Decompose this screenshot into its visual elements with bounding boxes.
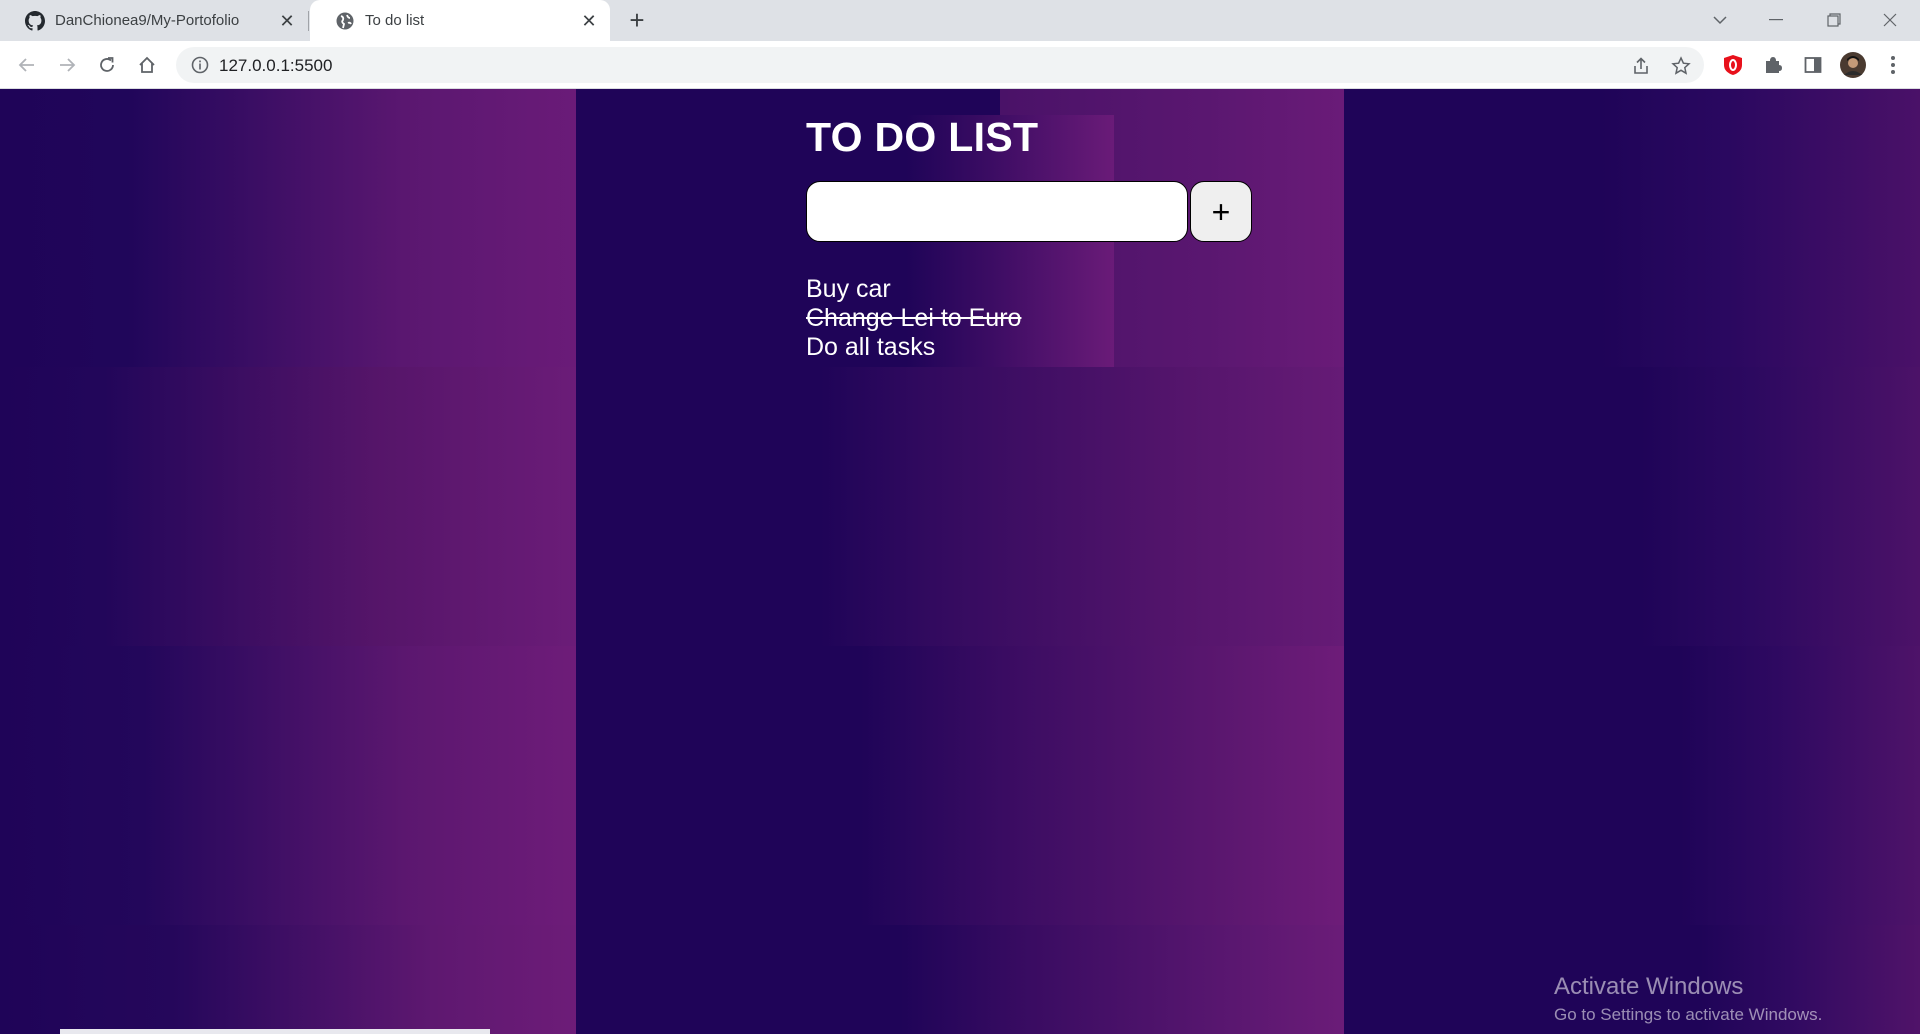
close-tab-icon[interactable]: ✕ [278, 12, 296, 30]
tab-todo[interactable]: To do list ✕ [310, 0, 610, 41]
tab-title: To do list [365, 12, 425, 29]
url-text[interactable]: 127.0.0.1:5500 [219, 56, 332, 76]
restore-icon[interactable] [1814, 6, 1854, 34]
task-list: Buy car Change Lei to Euro Do all tasks [806, 275, 1256, 362]
extensions-puzzle-icon[interactable] [1760, 52, 1786, 78]
tab-search-icon[interactable] [1700, 6, 1740, 34]
background-panel [1680, 646, 1920, 925]
profile-avatar-icon[interactable] [1840, 52, 1866, 78]
background-panel [1600, 89, 1920, 367]
todo-app: TO DO LIST + Buy car Change Lei to Euro … [806, 113, 1256, 362]
close-tab-icon[interactable]: ✕ [580, 12, 598, 30]
background-panel [0, 646, 576, 925]
opera-adblock-icon[interactable] [1720, 52, 1746, 78]
home-icon[interactable] [134, 52, 160, 78]
browser-toolbar: 127.0.0.1:5500 [0, 41, 1920, 89]
task-item-completed[interactable]: Change Lei to Euro [806, 304, 1256, 333]
task-input[interactable] [806, 181, 1188, 242]
share-icon[interactable] [1630, 55, 1652, 77]
bookmark-star-icon[interactable] [1670, 55, 1692, 77]
background-panel [900, 925, 1344, 1034]
back-icon[interactable] [14, 52, 40, 78]
new-tab-button[interactable]: + [624, 7, 650, 34]
background-panel [0, 925, 576, 1034]
background-panel [860, 646, 1344, 925]
minimize-icon[interactable] [1756, 6, 1796, 34]
reload-icon[interactable] [94, 52, 120, 78]
task-item[interactable]: Buy car [806, 275, 1256, 304]
activate-windows-watermark: Activate Windows Go to Settings to activ… [1554, 972, 1822, 1026]
github-icon [25, 10, 45, 31]
site-info-icon[interactable] [190, 55, 210, 75]
tab-github[interactable]: DanChionea9/My-Portofolio ✕ [0, 0, 308, 41]
tab-title: DanChionea9/My-Portofolio [55, 12, 240, 29]
watermark-subtitle: Go to Settings to activate Windows. [1554, 1005, 1823, 1024]
forward-icon[interactable] [54, 52, 80, 78]
tab-divider [308, 11, 309, 31]
background-panel [1640, 367, 1920, 646]
address-bar[interactable]: 127.0.0.1:5500 [176, 47, 1704, 83]
globe-icon [336, 12, 354, 29]
browser-menu-icon[interactable] [1880, 52, 1906, 78]
page-title: TO DO LIST [806, 114, 1039, 160]
background-panel [820, 367, 1344, 646]
tab-strip: DanChionea9/My-Portofolio ✕ To do list ✕… [0, 0, 1920, 41]
horizontal-scrollbar[interactable] [60, 1029, 490, 1034]
background-panel [0, 367, 576, 646]
background-panel [0, 89, 576, 367]
page-background: TO DO LIST + Buy car Change Lei to Euro … [0, 89, 1920, 1034]
add-task-form: + [806, 181, 1256, 243]
task-item[interactable]: Do all tasks [806, 333, 1256, 362]
add-task-button[interactable]: + [1190, 181, 1252, 242]
close-window-icon[interactable] [1870, 6, 1910, 34]
watermark-title: Activate Windows [1554, 973, 1744, 1000]
side-panel-icon[interactable] [1800, 52, 1826, 78]
